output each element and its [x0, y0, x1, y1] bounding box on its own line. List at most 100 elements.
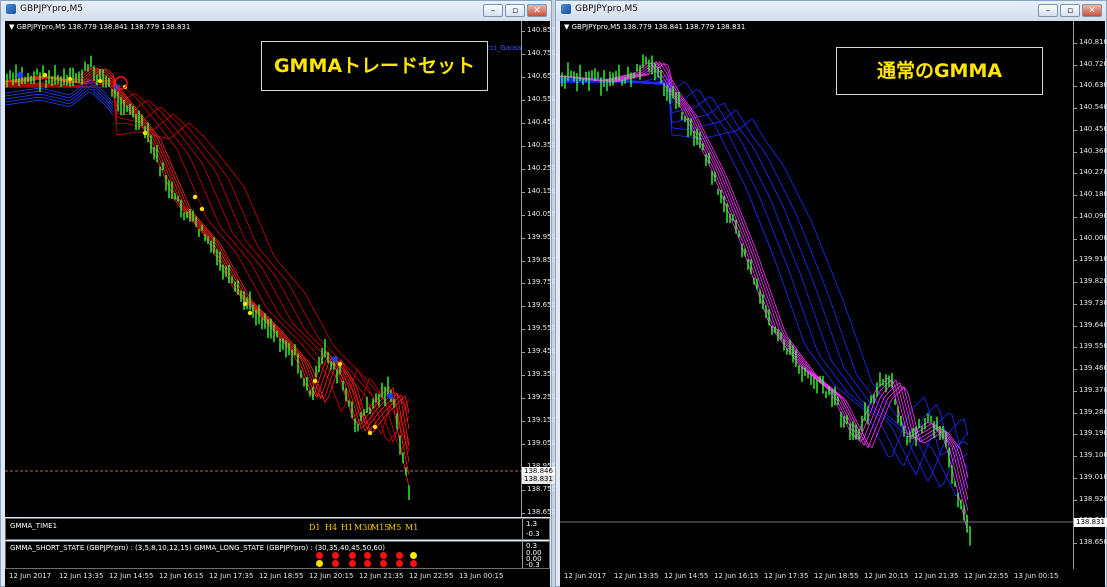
- signal-dot: [367, 430, 373, 436]
- signal-dot: [67, 76, 73, 82]
- time-tick: 12 Jun 22:55: [409, 572, 454, 580]
- price-tick: 140.650: [522, 71, 556, 80]
- time-axis-left[interactable]: 12 Jun 2017 12 Jun 13:35 12 Jun 14:55 12 Ju…: [5, 569, 550, 587]
- state-dot: [410, 552, 417, 559]
- price-tick: 140.360: [1074, 146, 1107, 155]
- time-tick: 12 Jun 21:35: [359, 572, 404, 580]
- state-dot: [380, 552, 387, 559]
- close-button[interactable]: ✕: [527, 4, 547, 17]
- price-tick: 139.550: [1074, 342, 1107, 351]
- signal-dot: [97, 78, 103, 84]
- window-titlebar[interactable]: GBPJPYpro,M5 – ▫ ✕: [556, 1, 1106, 21]
- signal-marker: [114, 76, 128, 90]
- time-tick: 12 Jun 13:35: [59, 572, 104, 580]
- gmma-line: [560, 61, 969, 523]
- window-titlebar[interactable]: GBPJPYpro,M5 – ▫ ✕: [1, 1, 551, 21]
- app-icon: [6, 4, 16, 14]
- price-tick: 139.820: [1074, 277, 1107, 286]
- price-tick: 139.370: [1074, 385, 1107, 394]
- time-tick: 12 Jun 14:55: [109, 572, 154, 580]
- gmma-line: [5, 80, 410, 435]
- window-controls: – ▫ ✕: [483, 4, 547, 17]
- gmma-line: [5, 67, 410, 487]
- state-dot: [396, 552, 403, 559]
- price-tick: 139.950: [522, 232, 556, 241]
- restore-button[interactable]: ▫: [1060, 4, 1080, 17]
- signal-dot: [387, 393, 393, 399]
- signal-dot: [337, 361, 343, 367]
- minimize-button[interactable]: –: [483, 4, 503, 17]
- price-tick: 140.750: [522, 48, 556, 57]
- window-title-text: GBPJPYpro,M5: [20, 4, 84, 14]
- time-tick: 12 Jun 18:55: [814, 572, 859, 580]
- state-dot: [316, 552, 323, 559]
- gmma-line: [560, 63, 969, 479]
- gmma-time-subwindow[interactable]: GMMA_TIME1 D1 H4 H1 M30 M15 M5 M1 1.3 -0…: [5, 518, 550, 540]
- price-tick: 139.190: [1074, 429, 1107, 438]
- gmma-line: [560, 62, 969, 534]
- gmma-line: [5, 68, 410, 433]
- price-tick: 140.050: [522, 209, 556, 218]
- timeframe-label: D1: [309, 523, 321, 532]
- price-tick: 139.640: [1074, 320, 1107, 329]
- gmma-line: [5, 68, 410, 446]
- price-tick: 140.000: [1074, 233, 1107, 242]
- price-tick: 139.100: [1074, 451, 1107, 460]
- state-dot: [396, 560, 403, 567]
- subwindow-title: GMMA_SHORT_STATE (GBPJPYpro) : (3,5,8,10…: [10, 544, 386, 552]
- signal-dot: [312, 378, 318, 384]
- time-axis-right[interactable]: 12 Jun 2017 12 Jun 13:35 12 Jun 14:55 12 Ju…: [560, 569, 1105, 587]
- time-tick: 12 Jun 16:15: [159, 572, 204, 580]
- time-tick: 12 Jun 16:15: [714, 572, 759, 580]
- main-chart-right[interactable]: ▼ GBPJPYpro,M5 138.779 138.841 138.779 1…: [560, 21, 1107, 569]
- close-button[interactable]: ✕: [1082, 4, 1102, 17]
- timeframe-label: M30: [354, 523, 373, 532]
- state-dot: [364, 560, 371, 567]
- timeframe-label: H4: [325, 523, 338, 532]
- price-tick: 140.850: [522, 26, 556, 34]
- price-tick: 140.810: [1074, 38, 1107, 46]
- restore-button[interactable]: ▫: [505, 4, 525, 17]
- price-tick: 139.650: [522, 301, 556, 310]
- price-tick: 139.280: [1074, 407, 1107, 416]
- gmma-line: [560, 81, 969, 488]
- price-tick: 139.730: [1074, 298, 1107, 307]
- indicator-legend: cci_Gauss: [482, 44, 522, 52]
- chart-window-left[interactable]: GBPJPYpro,M5 – ▫ ✕ ▼ GBPJPYpro,M5 138.77…: [0, 0, 556, 587]
- price-tick: 140.550: [522, 94, 556, 103]
- price-tick: 139.850: [522, 255, 556, 264]
- state-dot: [349, 560, 356, 567]
- price-plot-right: [560, 54, 1073, 546]
- signal-dot: [372, 424, 378, 430]
- minimize-button[interactable]: –: [1038, 4, 1058, 17]
- gmma-line: [5, 68, 410, 433]
- time-tick: 12 Jun 13:35: [614, 572, 659, 580]
- state-dot: [410, 560, 417, 567]
- price-plot-left: [5, 55, 521, 500]
- price-tick: 140.090: [1074, 211, 1107, 220]
- price-tick: 140.450: [522, 117, 556, 126]
- price-tick: 139.010: [1074, 472, 1107, 481]
- price-tick: 139.250: [522, 393, 556, 402]
- main-chart-left[interactable]: ▼ GBPJPYpro,M5 138.779 138.841 138.779 1…: [5, 21, 556, 517]
- scale-value: -0.3: [526, 530, 540, 538]
- signal-dot: [42, 72, 48, 78]
- price-axis[interactable]: 140.810 140.720 140.630 140.540 140.450 140.3…: [1073, 21, 1107, 569]
- price-tick: 140.180: [1074, 190, 1107, 199]
- signal-dot: [192, 194, 198, 200]
- gmma-label-box: 通常のGMMA: [836, 47, 1043, 95]
- timeframe-label: M1: [405, 523, 419, 532]
- chart-info: ▼ GBPJPYpro,M5 138.779 138.841 138.779 1…: [9, 23, 191, 31]
- window-title: GBPJPYpro,M5: [561, 4, 638, 14]
- scale-value: -0.3: [526, 561, 540, 569]
- price-tick: 140.630: [1074, 81, 1107, 90]
- chart-window-right[interactable]: GBPJPYpro,M5 – ▫ ✕ ▼ GBPJPYpro,M5 138.77…: [555, 0, 1107, 587]
- bid-price-label: 138.831: [522, 475, 555, 484]
- state-dot: [380, 560, 387, 567]
- gmma-line: [5, 66, 410, 475]
- price-axis[interactable]: 140.850 140.750 140.650 140.550 140.450 140.3…: [521, 21, 556, 517]
- gmma-state-subwindow[interactable]: GMMA_SHORT_STATE (GBPJPYpro) : (3,5,8,10…: [5, 541, 550, 569]
- window-controls: – ▫ ✕: [1038, 4, 1102, 17]
- price-tick: 139.450: [522, 347, 556, 356]
- gmma-line: [560, 63, 969, 490]
